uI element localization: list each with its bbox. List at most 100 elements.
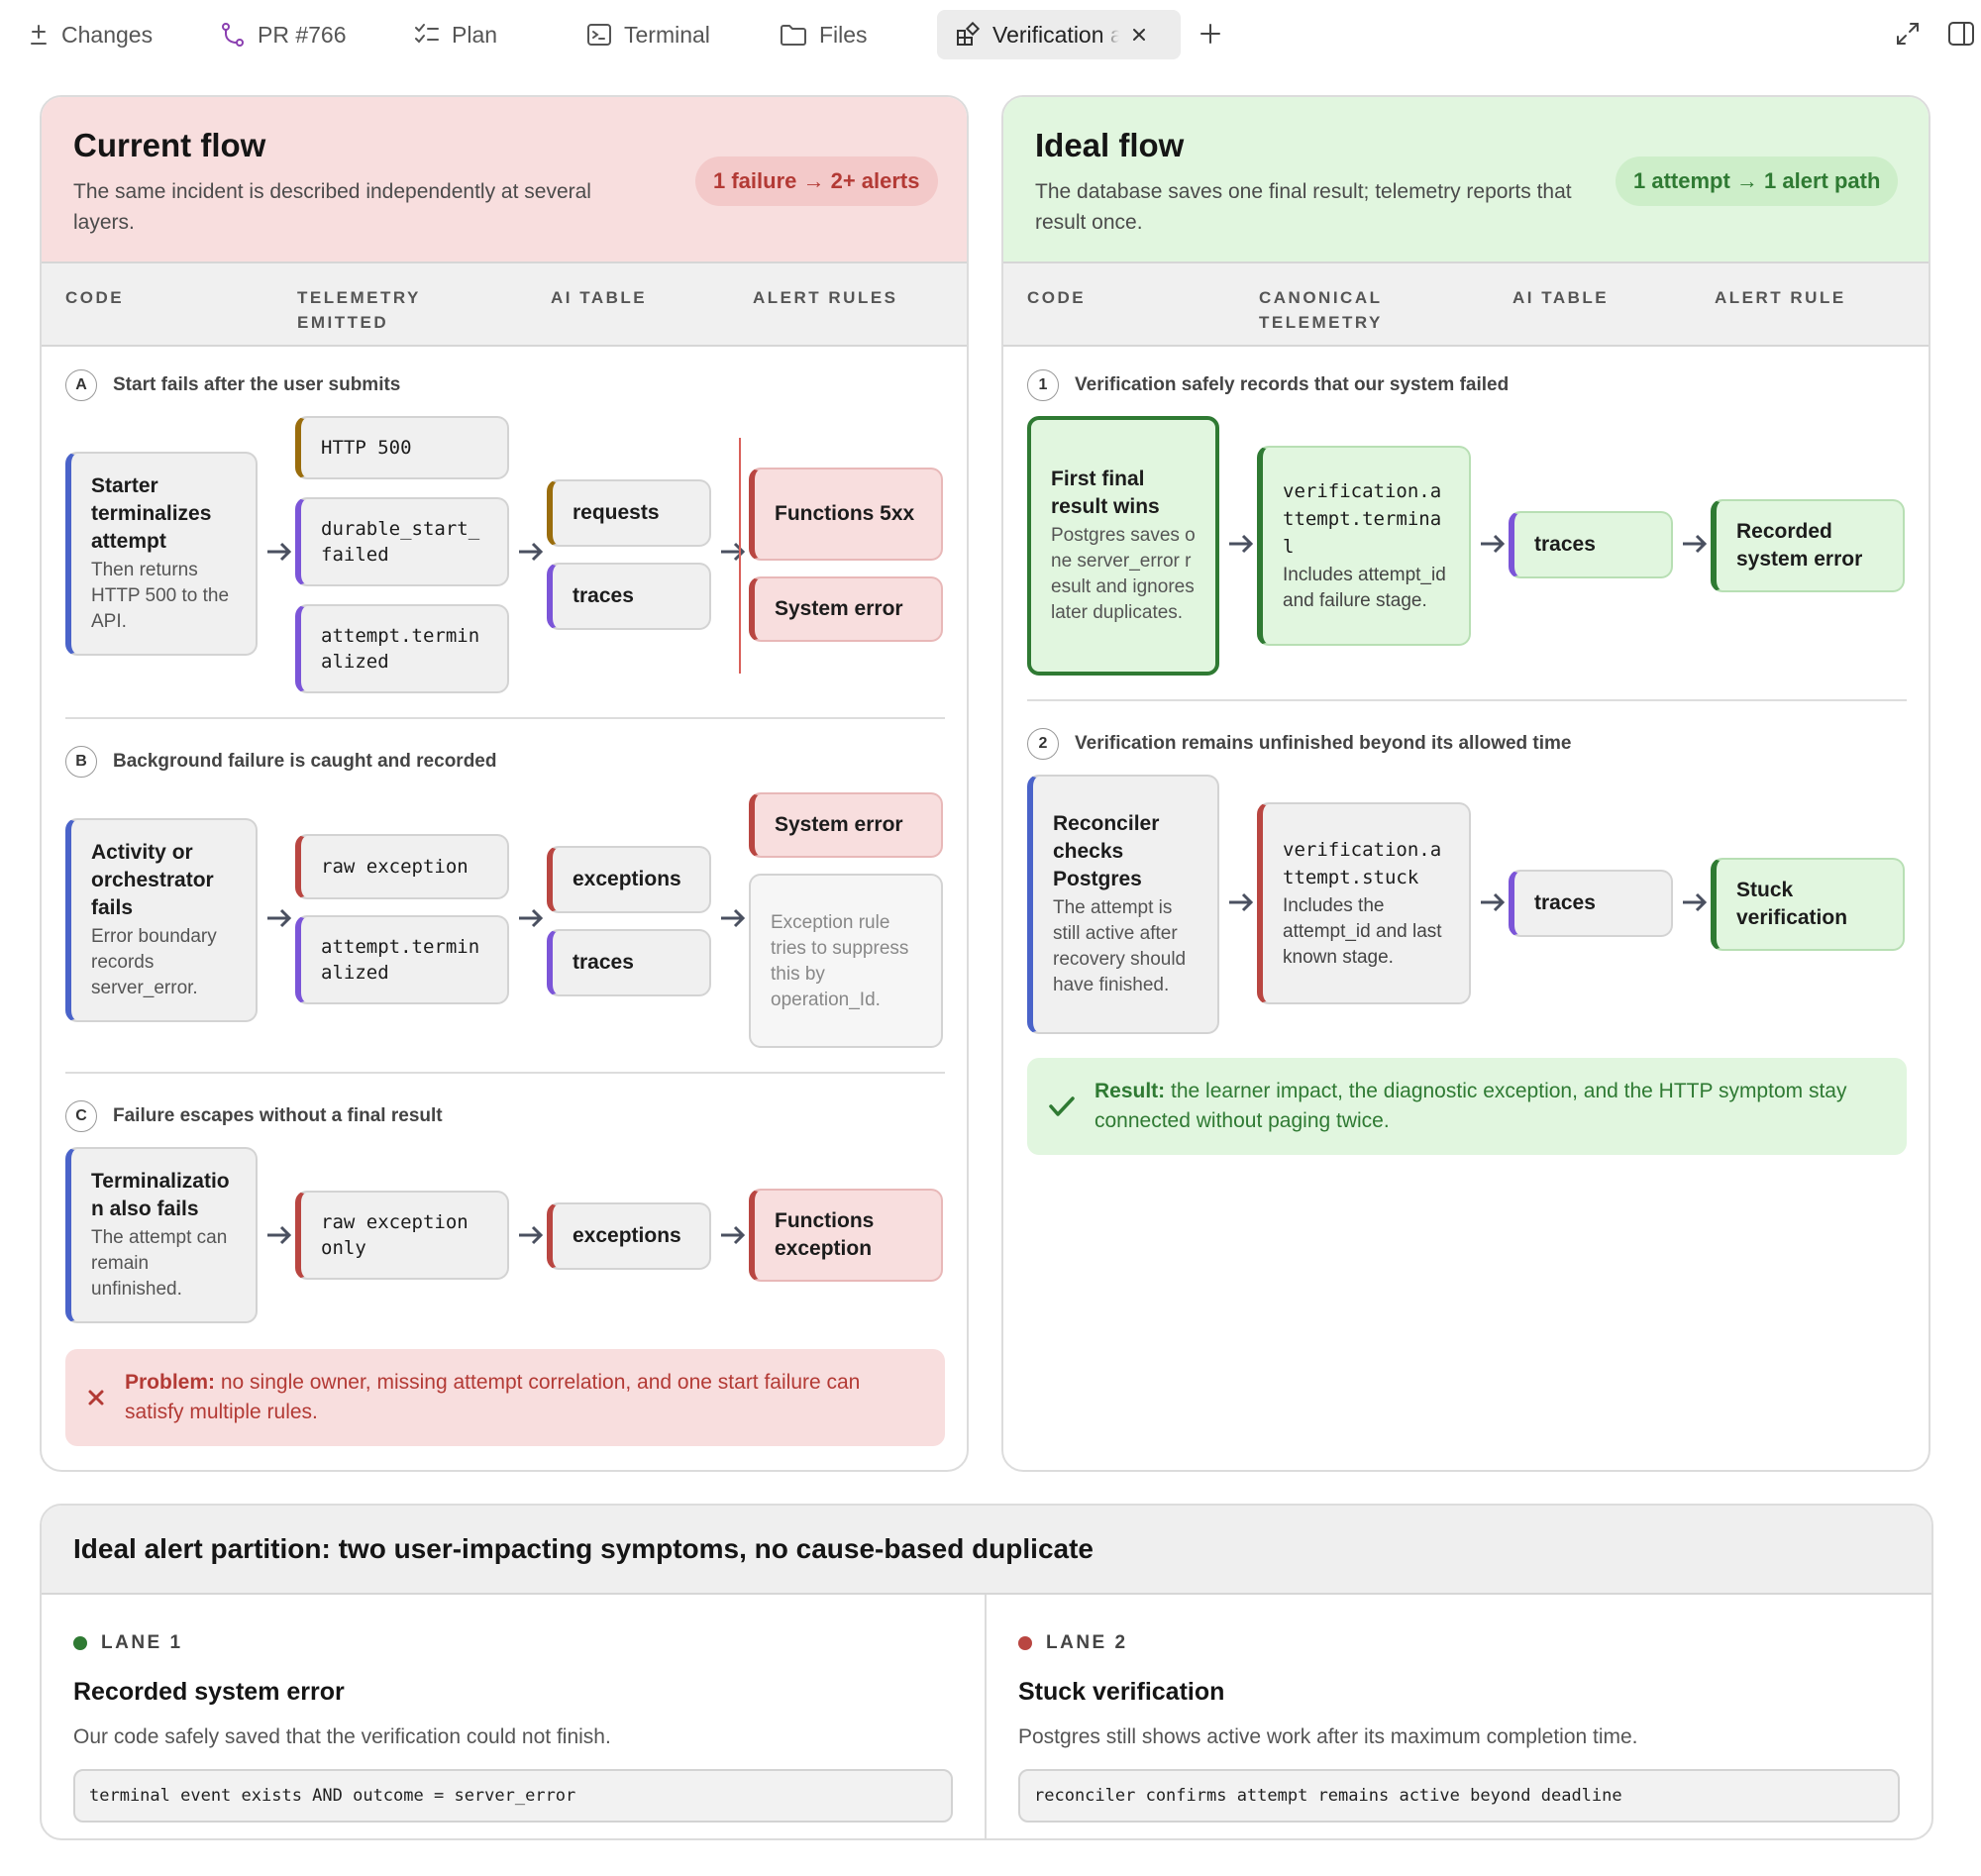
- arrow-right-icon: [1683, 892, 1708, 912]
- pull-request-icon: [222, 23, 244, 47]
- arrow-right-icon: [721, 908, 746, 928]
- arrow-right-icon: [519, 1225, 544, 1245]
- lane-1-description: Our code safely saved that the verificat…: [73, 1725, 611, 1748]
- expand-icon: [1897, 23, 1919, 45]
- status-dot-icon: [73, 1636, 87, 1650]
- telemetry-attempt-terminal: verification.attempt.terminal Includes a…: [1257, 446, 1471, 646]
- arrow-right-icon: [519, 908, 544, 928]
- alert-functions-5xx: Functions 5xx: [749, 468, 943, 561]
- arrow-right-icon: [721, 1225, 746, 1245]
- alert-stuck-verification: Stuck verification: [1711, 858, 1905, 951]
- status-dot-icon: [1018, 1636, 1032, 1650]
- section-divider: [65, 1072, 945, 1074]
- arrow-right-icon: [721, 542, 746, 562]
- ai-table-exceptions: exceptions: [547, 1202, 711, 1270]
- alert-exception-rule-suppress: Exception rule tries to suppress this by…: [749, 874, 943, 1048]
- step-1-heading: 1 Verification safely records that our s…: [1027, 369, 1509, 401]
- current-flow-header: Current flow The same incident is descri…: [42, 97, 967, 263]
- current-flow-title: Current flow: [73, 127, 266, 163]
- section-b-marker: B: [65, 746, 97, 778]
- lane-2-condition: reconciler confirms attempt remains acti…: [1018, 1769, 1900, 1823]
- tab-changes[interactable]: Changes: [28, 10, 153, 59]
- ideal-flow-subtitle: The database saves one final result; tel…: [1035, 180, 1572, 234]
- current-flow-panel: Current flow The same incident is descri…: [40, 95, 969, 1472]
- arrow-right-icon: [267, 542, 292, 562]
- arrow-right-icon: [1481, 534, 1506, 554]
- toggle-panel-button[interactable]: [1943, 16, 1979, 52]
- section-divider: [65, 717, 945, 719]
- tab-pr[interactable]: PR #766: [220, 10, 347, 59]
- tab-verification-active[interactable]: Verification al: [937, 10, 1181, 59]
- code-box-subtitle: Then returns HTTP 500 to the API.: [91, 560, 230, 632]
- col-code: CODE: [1027, 288, 1087, 307]
- current-column-headers: CODE TELEMETRY EMITTED AI TABLE ALERT RU…: [42, 263, 967, 347]
- col-code: CODE: [65, 288, 125, 307]
- lane-2-description: Postgres still shows active work after i…: [1018, 1725, 1638, 1748]
- result-label: Result:: [1095, 1080, 1166, 1102]
- telemetry-attempt-terminalized: attempt.terminalized: [295, 604, 509, 693]
- new-tab-button[interactable]: [1193, 16, 1228, 52]
- alert-system-error: System error: [749, 576, 943, 642]
- alert-system-error: System error: [749, 792, 943, 858]
- result-text: the learner impact, the diagnostic excep…: [1095, 1080, 1847, 1132]
- tab-terminal-label: Terminal: [624, 21, 710, 48]
- lane-2-label: LANE 2: [1046, 1632, 1128, 1653]
- col-canonical-telemetry: CANONICAL TELEMETRY: [1259, 288, 1383, 332]
- ai-table-traces: traces: [1509, 870, 1673, 937]
- code-box-reconciler: Reconciler checks Postgres The attempt i…: [1027, 775, 1219, 1034]
- folder-icon: [781, 25, 806, 46]
- close-icon[interactable]: [1131, 27, 1147, 43]
- alert-partition-title: Ideal alert partition: two user-impactin…: [73, 1533, 1094, 1564]
- lane-1-label: LANE 1: [101, 1632, 183, 1653]
- ai-table-traces: traces: [1509, 511, 1673, 578]
- section-b-heading: B Background failure is caught and recor…: [65, 746, 496, 778]
- arrow-right-icon: [1683, 534, 1708, 554]
- result-note: Result: the learner impact, the diagnost…: [1027, 1058, 1907, 1155]
- col-ai-table: AI TABLE: [1512, 288, 1610, 307]
- checkmark-icon: [1049, 1096, 1075, 1116]
- arrow-right-icon: [1481, 892, 1506, 912]
- tab-changes-label: Changes: [61, 21, 154, 48]
- problem-label: Problem:: [125, 1371, 216, 1394]
- current-flow-badge: 1 failure → 2+ alerts: [695, 156, 938, 206]
- section-c-title: Failure escapes without a final result: [113, 1105, 443, 1126]
- step-2-heading: 2 Verification remains unfinished beyond…: [1027, 728, 1572, 760]
- arrow-right-icon: [267, 1225, 292, 1245]
- x-mark-icon: [88, 1390, 104, 1406]
- telemetry-http-500: HTTP 500: [295, 416, 509, 479]
- arrow-right-icon: [1229, 534, 1254, 554]
- lane-2-label-row: LANE 2: [1018, 1632, 1128, 1654]
- telemetry-durable-start-failed: durable_start_failed: [295, 497, 509, 586]
- sidebar-panel-icon: [1948, 22, 1974, 46]
- tab-terminal[interactable]: Terminal: [586, 10, 710, 59]
- tab-plan-label: Plan: [452, 21, 498, 48]
- expand-button[interactable]: [1890, 16, 1926, 52]
- section-b-title: Background failure is caught and recorde…: [113, 751, 497, 772]
- ideal-column-headers: CODE CANONICAL TELEMETRY AI TABLE ALERT …: [1003, 263, 1929, 347]
- section-a-marker: A: [65, 369, 97, 401]
- telemetry-raw-exception: raw exception: [295, 834, 509, 899]
- arrow-right-icon: [519, 542, 544, 562]
- step-2-marker: 2: [1027, 728, 1059, 760]
- lane-1-title: Recorded system error: [73, 1678, 345, 1706]
- arrow-right-icon: [267, 908, 292, 928]
- lane-1-label-row: LANE 1: [73, 1632, 183, 1654]
- col-telemetry: TELEMETRY EMITTED: [297, 288, 421, 332]
- lane-1: LANE 1 Recorded system error Our code sa…: [42, 1595, 987, 1838]
- arrow-right-icon: [1229, 892, 1254, 912]
- checklist-icon: [415, 24, 439, 44]
- section-a-title: Start fails after the user submits: [113, 374, 401, 395]
- ideal-flow-header: Ideal flow The database saves one final …: [1003, 97, 1929, 263]
- alert-fanout-line: [739, 438, 741, 674]
- terminal-icon: [587, 24, 611, 46]
- col-alert-rule: ALERT RULE: [1715, 288, 1846, 307]
- ideal-flow-badge: 1 attempt → 1 alert path: [1616, 156, 1899, 206]
- lane-2-title: Stuck verification: [1018, 1678, 1225, 1706]
- section-c-heading: C Failure escapes without a final result: [65, 1100, 443, 1132]
- alert-recorded-system-error: Recorded system error: [1711, 499, 1905, 592]
- telemetry-attempt-stuck: verification.attempt.stuck Includes the …: [1257, 802, 1471, 1004]
- alert-functions-exception: Functions exception: [749, 1189, 943, 1282]
- problem-text: no single owner, missing attempt correla…: [125, 1371, 861, 1423]
- tab-plan[interactable]: Plan: [414, 10, 497, 59]
- tab-files[interactable]: Files: [780, 10, 868, 59]
